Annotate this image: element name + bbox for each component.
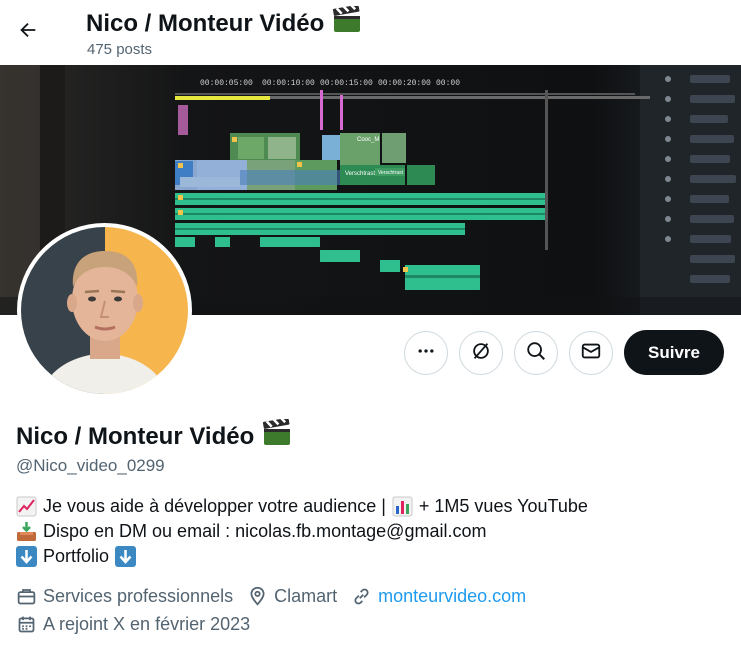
- profile-name-row: Nico / Monteur Vidéo: [16, 416, 292, 454]
- website-item[interactable]: monteurvideo.com: [351, 586, 526, 607]
- header-title: Nico / Monteur Vidéo: [86, 9, 325, 37]
- bio-text: Portfolio: [43, 546, 110, 566]
- inbox-tray-icon: [16, 521, 37, 542]
- arrow-left-icon: [17, 19, 39, 46]
- profile-website-link[interactable]: monteurvideo.com: [378, 586, 526, 607]
- subscribe-button[interactable]: [459, 331, 503, 375]
- bio-text: Dispo en DM ou email : nicolas.fb.montag…: [43, 521, 487, 541]
- top-bar: Nico / Monteur Vidéo 475 posts: [0, 0, 741, 65]
- down-arrow-icon: [115, 546, 137, 567]
- more-button[interactable]: [404, 331, 448, 375]
- timecode-label: 00:00: [436, 79, 460, 88]
- profile-name: Nico / Monteur Vidéo: [16, 422, 255, 450]
- profile-bio: Je vous aide à développer votre audience…: [16, 494, 588, 569]
- clapper-board-icon: [332, 3, 362, 41]
- location-item: Clamart: [247, 586, 337, 607]
- profile-joined: A rejoint X en février 2023: [43, 614, 251, 634]
- follow-button[interactable]: Suivre: [624, 330, 724, 375]
- clip-label: Verschtrast: [378, 170, 404, 176]
- joined-item: A rejoint X en février 2023: [16, 614, 250, 635]
- chart-increasing-icon: [16, 496, 37, 517]
- profile-location: Clamart: [274, 586, 338, 606]
- profile-category: Services professionnels: [43, 586, 234, 606]
- subscribe-icon: [470, 340, 492, 367]
- search-icon: [525, 340, 547, 367]
- timecode-label: 00:00:20:00: [378, 79, 431, 88]
- profile-actions: Suivre: [0, 330, 741, 376]
- more-dots-icon: [416, 341, 436, 366]
- timecode-label: 00:00:15:00: [320, 79, 373, 88]
- profile-handle: @Nico_video_0299: [16, 456, 165, 475]
- briefcase-icon: [16, 586, 37, 607]
- bio-line: Portfolio: [16, 544, 588, 569]
- timecode-label: 00:00:05:00: [200, 79, 253, 88]
- header-title-row: Nico / Monteur Vidéo: [86, 3, 362, 41]
- clip-label: Verschtrast: [345, 171, 375, 177]
- bio-text: + 1M5 vues YouTube: [418, 496, 588, 516]
- back-button[interactable]: [10, 14, 46, 50]
- link-icon: [351, 586, 372, 607]
- location-pin-icon: [247, 586, 268, 607]
- envelope-icon: [580, 340, 602, 367]
- category-item: Services professionnels: [16, 586, 233, 607]
- bio-text: Je vous aide à développer votre audience…: [43, 496, 386, 516]
- calendar-icon: [16, 614, 37, 635]
- down-arrow-icon: [16, 546, 37, 567]
- message-button[interactable]: [569, 331, 613, 375]
- posts-count: 475 posts: [87, 41, 153, 58]
- bio-line: Dispo en DM ou email : nicolas.fb.montag…: [16, 519, 588, 544]
- clapper-board-icon: [262, 416, 292, 454]
- profile-meta-row: Services professionnels Clamart monteurv…: [16, 586, 540, 607]
- timecode-label: 00:00:10:00: [262, 79, 315, 88]
- search-button[interactable]: [514, 331, 558, 375]
- bar-chart-icon: [392, 496, 413, 517]
- bio-line: Je vous aide à développer votre audience…: [16, 494, 588, 519]
- clip-label: Cooc_M: [357, 137, 379, 143]
- profile-joined-row: A rejoint X en février 2023: [16, 614, 264, 635]
